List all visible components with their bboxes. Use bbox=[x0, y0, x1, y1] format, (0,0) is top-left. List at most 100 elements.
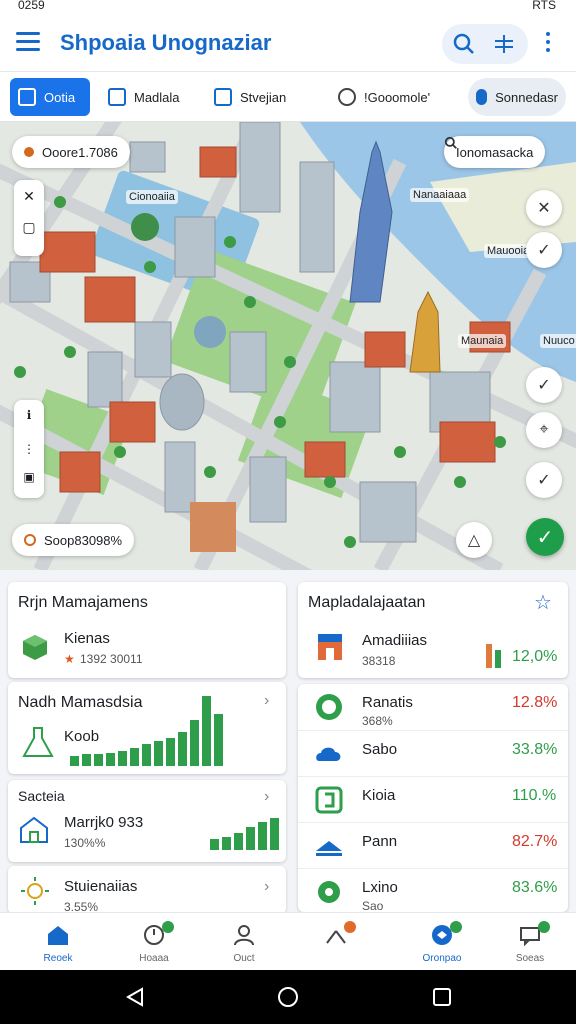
layers-icon[interactable] bbox=[492, 32, 516, 56]
item-title: Lxino bbox=[362, 879, 398, 896]
confirm-fab[interactable]: ✓ bbox=[526, 518, 564, 556]
chip-sonnedasr[interactable]: Sonnedasr bbox=[468, 78, 566, 116]
nav-label: Ouct bbox=[233, 953, 255, 964]
nav-clock[interactable]: Hoaaa bbox=[106, 913, 202, 971]
list-item[interactable]: Lxino Sao 83.6% bbox=[298, 868, 568, 914]
chip-ootia[interactable]: Ootia bbox=[10, 78, 90, 116]
filter-chips: Ootia Madlala Stvejian !Gooomole' Sonned… bbox=[0, 72, 576, 122]
check-button[interactable]: ✓ bbox=[526, 232, 562, 268]
card-title: Rrjn Mamajamens bbox=[18, 594, 148, 611]
more-icon[interactable]: ⋮ bbox=[14, 442, 44, 456]
item-sub: Sao bbox=[362, 899, 384, 913]
card-left-mid[interactable]: Nadh Mamasdsia › Koob bbox=[8, 682, 286, 774]
flask-icon bbox=[22, 727, 54, 757]
globe-icon bbox=[476, 89, 488, 105]
chat-bubble-icon bbox=[316, 694, 342, 720]
bar bbox=[190, 720, 199, 766]
nav-label: Reoek bbox=[43, 953, 73, 964]
info-icon[interactable]: ℹ bbox=[14, 408, 44, 422]
system-navigation bbox=[0, 970, 576, 1024]
status-time: 0259 bbox=[18, 0, 45, 12]
item-pct: 12,0% bbox=[512, 648, 558, 665]
item-sub: 1392 30011 bbox=[80, 652, 143, 666]
card-title: Sacteia bbox=[18, 788, 65, 804]
bar bbox=[246, 827, 255, 850]
home-circle-icon[interactable] bbox=[277, 986, 299, 1008]
map-search-pill[interactable]: Ionomasacka bbox=[444, 136, 546, 168]
list-item[interactable]: Ranatis 368% 12.8% bbox=[298, 684, 568, 730]
map-coordinate-text: Ooore1.7086 bbox=[42, 144, 118, 160]
triangle-tool-button[interactable]: △ bbox=[456, 522, 492, 558]
bar bbox=[94, 754, 103, 766]
map-place-label: Cionoaiia bbox=[126, 190, 178, 204]
map-place-label: Maunaia bbox=[458, 334, 507, 348]
app-bar: Shpoaia Unognaziar bbox=[0, 14, 576, 72]
mini-bars bbox=[486, 644, 501, 668]
house-icon bbox=[20, 816, 48, 843]
item-title: Pann bbox=[362, 833, 398, 850]
nav-messages[interactable]: Soeas bbox=[482, 913, 576, 971]
bar bbox=[154, 741, 163, 766]
bar bbox=[178, 732, 187, 766]
bar bbox=[106, 753, 115, 766]
item-title: Marrjk0 933 bbox=[64, 814, 144, 831]
check-button[interactable]: ✓ bbox=[526, 367, 562, 403]
notification-badge bbox=[450, 921, 462, 933]
square-icon[interactable]: ▣ bbox=[14, 470, 44, 484]
map-place-label: Mauooia bbox=[484, 244, 533, 258]
nav-services[interactable]: Oronpao bbox=[394, 913, 490, 971]
card-right-list: Ranatis 368% 12.8% Sabo 33.8% Kioia 110.% Pann 8… bbox=[298, 684, 568, 914]
list-icon bbox=[214, 88, 232, 106]
storefront-icon bbox=[318, 634, 342, 660]
item-sub: 368% bbox=[362, 714, 393, 728]
bar bbox=[82, 754, 91, 766]
app-title: Shpoaia Unognaziar bbox=[60, 30, 272, 55]
nav-tools[interactable] bbox=[288, 913, 384, 971]
card-left-top[interactable]: Rrjn Mamajamens Kienas ★ 1392 30011 bbox=[8, 582, 286, 678]
city-map[interactable]: Ooore1.7086 Ionomasacka Soop83098% Ciono… bbox=[0, 122, 576, 570]
bar bbox=[214, 714, 223, 766]
star-outline-icon[interactable]: ☆ bbox=[534, 590, 552, 615]
chip-madlala[interactable]: Madlala bbox=[100, 78, 188, 116]
bar bbox=[130, 748, 139, 766]
notification-badge bbox=[344, 921, 356, 933]
item-title: Kioia bbox=[362, 787, 396, 804]
bar bbox=[210, 839, 219, 850]
map-vertical-tools: ✕ ▢ bbox=[14, 180, 44, 256]
card-right-top[interactable]: Mapladalajaatan ☆ Amadiiias 38318 12,0% bbox=[298, 582, 568, 678]
chip-label: Ootia bbox=[44, 89, 76, 105]
back-icon[interactable] bbox=[124, 986, 146, 1008]
recents-icon[interactable] bbox=[432, 987, 452, 1007]
chevron-right-icon: › bbox=[264, 878, 270, 895]
card-left-low[interactable]: Sacteia › Marrjk0 933 130%% bbox=[8, 780, 286, 862]
check-button[interactable]: ✓ bbox=[526, 462, 562, 498]
map-scale-pill[interactable]: Soop83098% bbox=[12, 524, 135, 556]
chip-stvejian[interactable]: Stvejian bbox=[206, 78, 306, 116]
map-vertical-tools-lower: ℹ ⋮ ▣ bbox=[14, 400, 44, 498]
close-icon[interactable]: ✕ bbox=[14, 188, 44, 205]
square-icon[interactable]: ▢ bbox=[14, 219, 44, 236]
close-map-button[interactable]: ✕ bbox=[526, 190, 562, 226]
more-vert-icon[interactable] bbox=[540, 32, 556, 56]
chip-label: Stvejian bbox=[240, 89, 287, 105]
location-button[interactable]: ⌖ bbox=[526, 412, 562, 448]
person-icon bbox=[234, 925, 254, 946]
nav-home[interactable]: Reoek bbox=[10, 913, 106, 971]
bar bbox=[258, 822, 267, 850]
search-icon[interactable] bbox=[452, 32, 476, 56]
chip-label: Madlala bbox=[134, 89, 180, 105]
list-item[interactable]: Sabo 33.8% bbox=[298, 730, 568, 776]
nav-profile[interactable]: Ouct bbox=[196, 913, 292, 971]
chip-gooomole[interactable]: !Gooomole' bbox=[330, 78, 450, 116]
chip-label: !Gooomole' bbox=[364, 89, 431, 105]
map-coordinate-pill[interactable]: Ooore1.7086 bbox=[12, 136, 130, 168]
item-pct: 33.8% bbox=[512, 741, 558, 758]
card-left-bottom[interactable]: Stuienaiias 3.55% › bbox=[8, 866, 286, 914]
list-item[interactable]: Kioia 110.% bbox=[298, 776, 568, 822]
chip-label: Sonnedasr bbox=[495, 89, 558, 105]
menu-icon[interactable] bbox=[16, 32, 40, 52]
bar bbox=[70, 756, 79, 766]
home-icon bbox=[48, 926, 68, 945]
list-item[interactable]: Pann 82.7% bbox=[298, 822, 568, 868]
tablet-icon bbox=[108, 88, 126, 106]
